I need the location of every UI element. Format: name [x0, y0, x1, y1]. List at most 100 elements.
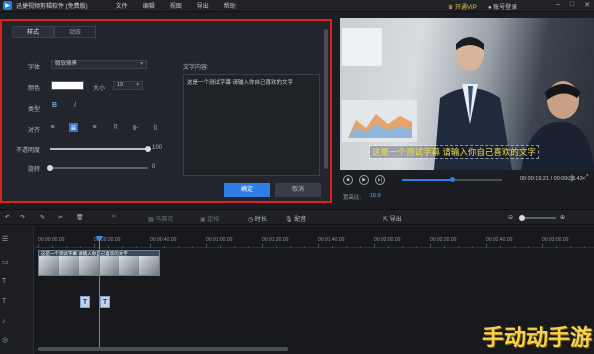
menu-export[interactable]: 导出 [197, 1, 209, 10]
stop-icon[interactable]: ■ [343, 175, 353, 185]
align-left-icon[interactable]: ≡ [48, 123, 57, 132]
export-icon: ⇱ [383, 217, 390, 223]
close-icon[interactable]: ✕ [584, 1, 590, 9]
ruler-tick-label: 00:01:20.00 [262, 237, 289, 243]
edit-icon[interactable]: ✎ [40, 214, 45, 221]
minimize-icon[interactable]: – [556, 1, 560, 9]
rotate-slider[interactable] [47, 165, 148, 171]
aspect-ratio-label: 宽高比: [343, 195, 362, 201]
watermark-logo: 手动动手游 [482, 325, 593, 350]
opacity-slider[interactable] [50, 146, 151, 152]
ruler-tick [80, 246, 81, 248]
mosaic-label: 马赛克 [155, 217, 174, 223]
menu-view[interactable]: 视图 [170, 1, 182, 10]
menu-edit[interactable]: 编辑 [143, 1, 155, 10]
text-track-icon-2[interactable]: T [2, 298, 6, 305]
text-clip[interactable]: T [100, 296, 110, 308]
freeze-button[interactable]: ▣ 定格 [200, 214, 219, 223]
ruler-tick [472, 246, 473, 248]
size-select[interactable]: 19 ▾ [113, 81, 143, 90]
crown-icon: ♛ [448, 5, 456, 11]
align-bottom-icon[interactable]: ⫫ [151, 123, 160, 132]
ruler-tick [556, 246, 557, 248]
cut-icon[interactable]: ✂ [58, 214, 63, 221]
italic-icon[interactable]: I [74, 102, 76, 109]
account-label: 账号登录 [493, 5, 518, 11]
zoom-out-icon[interactable]: ⊖ [508, 214, 513, 221]
rotate-value: 0 [152, 164, 156, 170]
zoom-slider[interactable] [522, 217, 556, 219]
playhead[interactable] [99, 240, 100, 348]
align-right-icon[interactable]: ≡ [90, 123, 99, 132]
chevron-down-icon: ▾ [136, 82, 139, 88]
tab-style[interactable]: 样式 [12, 26, 54, 38]
align-middle-icon[interactable]: ⊪ [131, 123, 140, 132]
align-center-icon[interactable]: ≣ [69, 123, 78, 132]
crop-icon[interactable]: ⌗ [112, 214, 115, 221]
tab-animation[interactable]: 动效 [54, 26, 96, 38]
text-clip[interactable]: T [80, 296, 90, 308]
volume-icon[interactable]: ◁) [566, 174, 574, 182]
menu-file[interactable]: 文件 [116, 1, 128, 10]
ruler-tick [108, 246, 109, 248]
record-track-icon[interactable]: ◎ [2, 336, 8, 344]
next-frame-icon[interactable]: ▸| [375, 175, 385, 185]
mosaic-button[interactable]: ▦ 马赛克 [148, 214, 173, 223]
play-icon[interactable]: ▶ [359, 175, 369, 185]
subtitle-overlay[interactable]: 这是一个测试字幕 请输入你自己喜欢的文字 [369, 145, 539, 159]
undo-icon[interactable]: ↶ [5, 214, 10, 221]
zoom-in-icon[interactable]: ⊕ [560, 214, 565, 221]
font-select[interactable]: 微软雅黑 ▾ [51, 60, 147, 69]
duration-button[interactable]: ◷ 时长 [248, 214, 267, 223]
delete-icon[interactable]: 🗑 [76, 214, 84, 221]
mic-icon: 🎙 [285, 217, 295, 223]
opacity-knob[interactable] [145, 146, 151, 152]
rotate-label: 旋转 [28, 167, 41, 173]
aspect-ratio-value[interactable]: 16:9 [370, 193, 381, 199]
voiceover-button[interactable]: 🎙 配音 [285, 214, 306, 223]
account-login-button[interactable]: ● 账号登录 [488, 2, 517, 11]
rotate-knob[interactable] [47, 165, 53, 171]
ruler-tick [402, 246, 403, 248]
ruler-tick [276, 246, 277, 248]
duration-icon: ◷ [248, 217, 255, 223]
cancel-button[interactable]: 取消 [275, 183, 321, 197]
ruler-tick [234, 246, 235, 248]
color-swatch[interactable] [51, 81, 84, 90]
panel-scrollbar[interactable] [324, 29, 328, 169]
zoom-knob[interactable] [519, 215, 525, 221]
menu-help[interactable]: 帮助 [224, 1, 236, 10]
bold-icon[interactable]: B [52, 102, 57, 109]
music-track-icon[interactable]: ♪ [2, 318, 6, 325]
chevron-down-icon: ▾ [140, 61, 143, 67]
vip-button[interactable]: ♛ 开通VIP [448, 2, 477, 11]
export-button[interactable]: ⇱ 导出 [383, 214, 402, 223]
ruler-tick [500, 246, 501, 248]
ok-button[interactable]: 确定 [224, 183, 270, 197]
maximize-icon[interactable]: □ [570, 1, 574, 9]
progress-knob[interactable] [450, 177, 455, 182]
time-ruler[interactable]: 00:00:00.00 00:00:20.00 00:00:40.00 00:01:0… [34, 226, 594, 248]
progress-fill [402, 179, 452, 181]
ruler-tick [206, 244, 207, 248]
track-menu-icon[interactable]: ☰ [2, 235, 8, 243]
ruler-tick [486, 244, 487, 248]
playback-progress[interactable] [402, 177, 502, 182]
size-value: 19 [117, 82, 124, 88]
video-track-icon[interactable]: ▭ [2, 258, 9, 266]
fullscreen-icon[interactable]: ⤢ [583, 174, 589, 182]
timeline-scrollbar[interactable] [38, 347, 288, 351]
text-track-icon[interactable]: T [2, 278, 6, 285]
ruler-tick [290, 246, 291, 248]
type-label: 类型 [28, 107, 41, 113]
video-preview[interactable]: 这是一个测试字幕 请输入你自己喜欢的文字 [340, 18, 594, 170]
subtitle-text-input[interactable]: 这是一个测试字幕 请输入你自己喜欢的文字 [183, 74, 320, 176]
opacity-value: 100 [152, 145, 163, 151]
ruler-tick [66, 246, 67, 248]
size-label: 大小 [93, 86, 106, 92]
redo-icon[interactable]: ↷ [20, 214, 25, 221]
align-top-icon[interactable]: ⫪ [111, 123, 120, 132]
ruler-tick [122, 246, 123, 248]
subtitle-editor-panel: 样式 动效 字体 微软雅黑 ▾ 颜色 大小 19 ▾ 类型 B I 对齐 ≡ ≣… [0, 19, 332, 203]
opacity-fill [50, 148, 148, 150]
